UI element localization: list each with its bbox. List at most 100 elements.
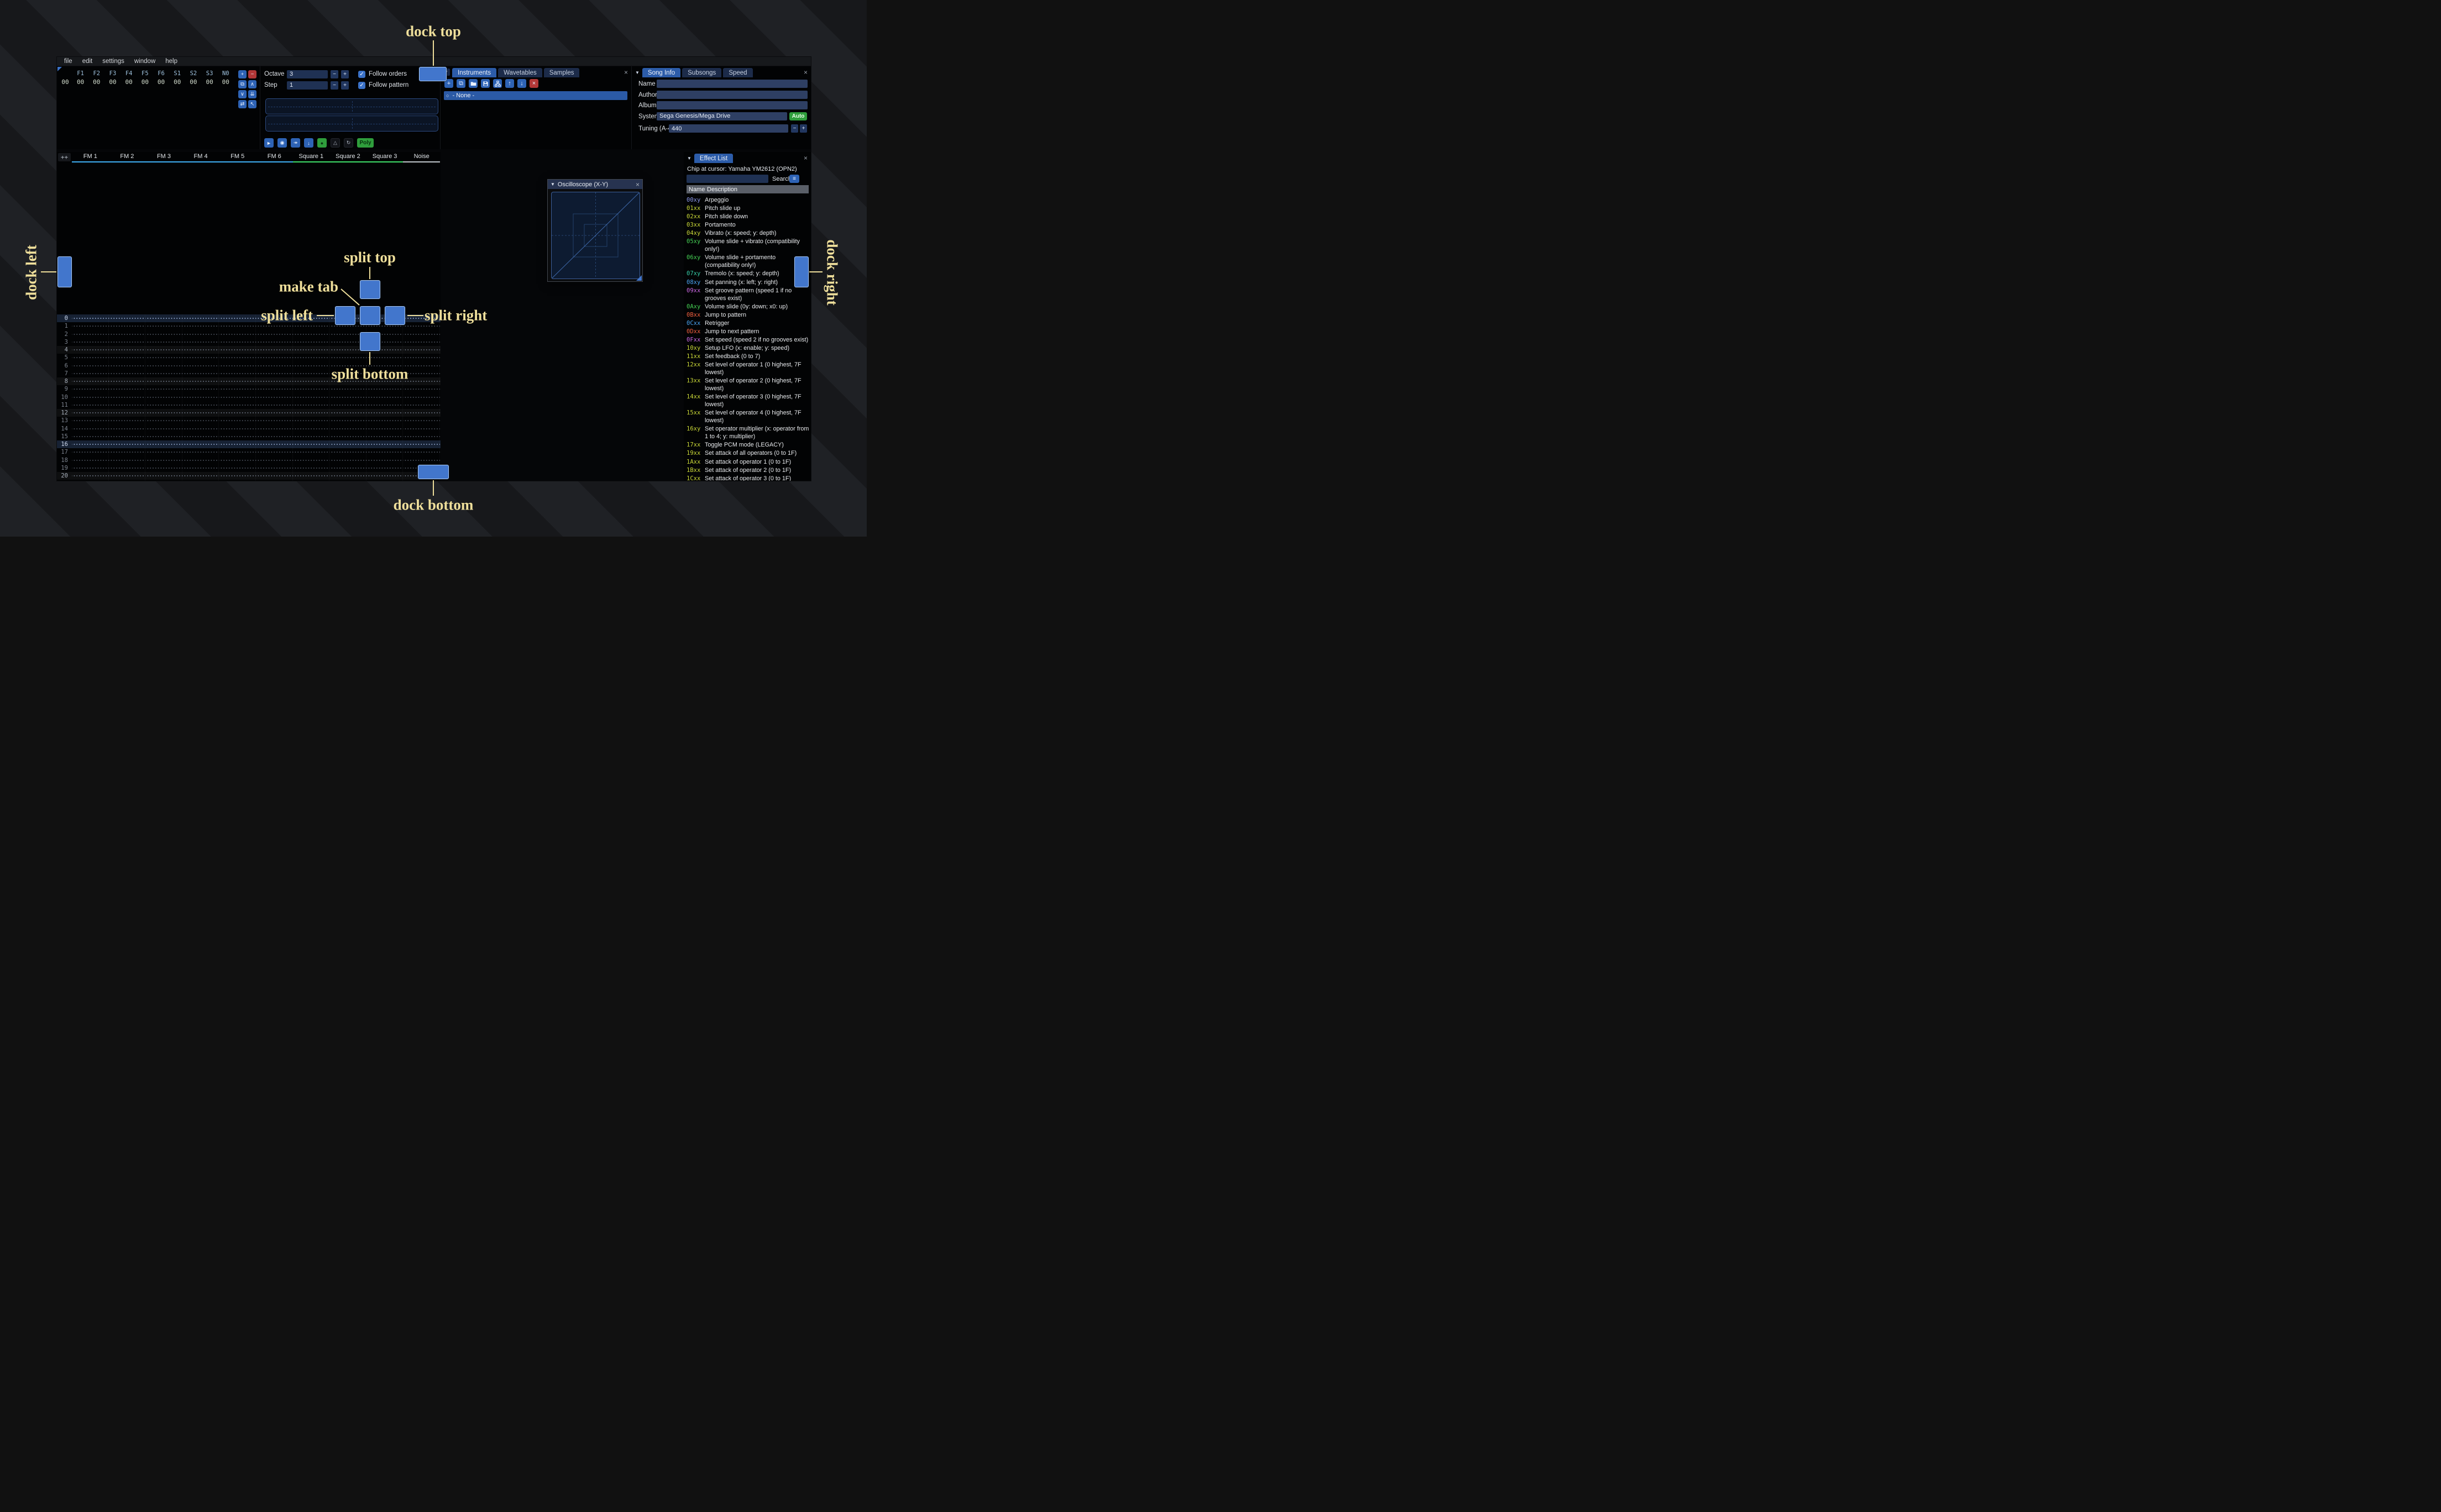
add-order-button[interactable]: + — [238, 70, 247, 78]
pattern-cell[interactable] — [72, 314, 109, 323]
pattern-cell[interactable] — [108, 448, 146, 456]
pattern-cell[interactable] — [145, 354, 182, 362]
pattern-cell[interactable] — [145, 464, 182, 472]
pattern-cell[interactable] — [292, 330, 330, 338]
pattern-cell[interactable] — [145, 409, 182, 417]
pattern-cell[interactable] — [255, 440, 293, 449]
pattern-cell[interactable] — [366, 472, 404, 480]
pattern-cell[interactable] — [403, 448, 440, 456]
pattern-cell[interactable] — [108, 432, 146, 440]
channel-header-square-2[interactable]: Square 2 — [329, 152, 366, 162]
pattern-cell[interactable] — [72, 440, 109, 449]
pattern-cell[interactable] — [255, 424, 293, 433]
pattern-cell[interactable] — [219, 417, 256, 425]
pattern-cell[interactable] — [366, 456, 404, 464]
pattern-cell[interactable] — [72, 401, 109, 409]
pattern-cell[interactable] — [255, 432, 293, 440]
pattern-cell[interactable] — [108, 330, 146, 338]
pattern-cell[interactable] — [403, 424, 440, 433]
pattern-cell[interactable] — [72, 385, 109, 393]
pattern-cell[interactable] — [108, 393, 146, 401]
pattern-cell[interactable] — [219, 338, 256, 346]
pattern-cell[interactable] — [108, 354, 146, 362]
pattern-cell[interactable] — [255, 369, 293, 377]
edit-toggle-button[interactable]: ● — [317, 138, 327, 148]
pattern-cell[interactable] — [108, 440, 146, 449]
auto-button[interactable]: Auto — [789, 112, 807, 120]
pattern-cell[interactable] — [145, 330, 182, 338]
pattern-cell[interactable] — [255, 417, 293, 425]
menu-item-file[interactable]: file — [59, 57, 77, 66]
duplicate-instrument-button[interactable]: ⧉ — [457, 79, 465, 88]
pattern-cell[interactable] — [72, 354, 109, 362]
checkbox-follow-pattern[interactable]: ✓ — [358, 81, 365, 89]
pattern-cell[interactable] — [255, 330, 293, 338]
pattern-cell[interactable] — [72, 369, 109, 377]
pattern-cell[interactable] — [329, 385, 366, 393]
pattern-cell[interactable] — [145, 417, 182, 425]
channel-header-fm-4[interactable]: FM 4 — [182, 152, 219, 162]
pattern-cell[interactable] — [292, 377, 330, 386]
pattern-cell[interactable] — [108, 377, 146, 386]
pattern-cell[interactable] — [292, 361, 330, 370]
remove-order-button[interactable]: − — [248, 70, 256, 78]
tab-subsongs[interactable]: Subsongs — [682, 68, 722, 77]
pattern-cell[interactable] — [403, 369, 440, 377]
pattern-cell[interactable] — [255, 472, 293, 480]
pattern-cell[interactable] — [182, 377, 219, 386]
dock-target-bottom[interactable] — [418, 465, 449, 479]
pattern-cell[interactable] — [108, 385, 146, 393]
save-instrument-button[interactable] — [481, 79, 490, 88]
pattern-cell[interactable] — [182, 338, 219, 346]
tab-samples[interactable]: Samples — [543, 68, 580, 77]
oscilloscope-titlebar[interactable]: ▼ Oscilloscope (X-Y) × — [548, 180, 642, 189]
play-one-row-button[interactable]: ↠ — [291, 138, 300, 148]
pattern-cell[interactable] — [219, 322, 256, 330]
pattern-cell[interactable] — [182, 440, 219, 449]
pattern-cell[interactable] — [329, 432, 366, 440]
pattern-cell[interactable] — [292, 456, 330, 464]
pattern-cell[interactable] — [255, 361, 293, 370]
step-increase-button[interactable]: + — [341, 81, 349, 90]
pattern-cell[interactable] — [255, 346, 293, 354]
pattern-cell[interactable] — [403, 417, 440, 425]
pattern-cell[interactable] — [219, 393, 256, 401]
order-cell[interactable]: 00 — [137, 78, 153, 86]
play-pattern-button[interactable]: ◉ — [277, 138, 287, 148]
pattern-cell[interactable] — [255, 456, 293, 464]
channel-header-square-3[interactable]: Square 3 — [366, 152, 404, 162]
pattern-cell[interactable] — [219, 330, 256, 338]
pattern-cell[interactable] — [255, 448, 293, 456]
pattern-cell[interactable] — [145, 385, 182, 393]
pattern-cell[interactable] — [219, 346, 256, 354]
pattern-cell[interactable] — [403, 456, 440, 464]
pattern-cell[interactable] — [255, 464, 293, 472]
pattern-cell[interactable] — [292, 385, 330, 393]
pattern-cell[interactable] — [108, 361, 146, 370]
pattern-cell[interactable] — [403, 440, 440, 449]
pattern-cell[interactable] — [72, 472, 109, 480]
tuning-field[interactable] — [669, 124, 788, 133]
pattern-cell[interactable] — [403, 330, 440, 338]
pattern-cell[interactable] — [72, 432, 109, 440]
metronome-button[interactable]: △ — [331, 138, 340, 148]
pattern-cell[interactable] — [182, 393, 219, 401]
order-cell[interactable]: 00 — [121, 78, 137, 86]
pattern-cell[interactable] — [403, 338, 440, 346]
pattern-cell[interactable] — [292, 401, 330, 409]
pattern-cell[interactable] — [403, 354, 440, 362]
pattern-cell[interactable] — [108, 480, 146, 481]
pattern-cell[interactable] — [329, 401, 366, 409]
pattern-cell[interactable] — [219, 377, 256, 386]
pattern-cell[interactable] — [366, 448, 404, 456]
pattern-cell[interactable] — [182, 401, 219, 409]
effect-search-input[interactable] — [687, 175, 768, 183]
name-field[interactable] — [657, 80, 808, 88]
instrument-folders-button[interactable] — [493, 79, 502, 88]
channel-header-noise[interactable]: Noise — [403, 152, 440, 162]
pattern-cell[interactable] — [329, 472, 366, 480]
pattern-cell[interactable] — [219, 369, 256, 377]
pattern-cell[interactable] — [72, 377, 109, 386]
pattern-cell[interactable] — [72, 330, 109, 338]
pattern-cell[interactable] — [145, 361, 182, 370]
